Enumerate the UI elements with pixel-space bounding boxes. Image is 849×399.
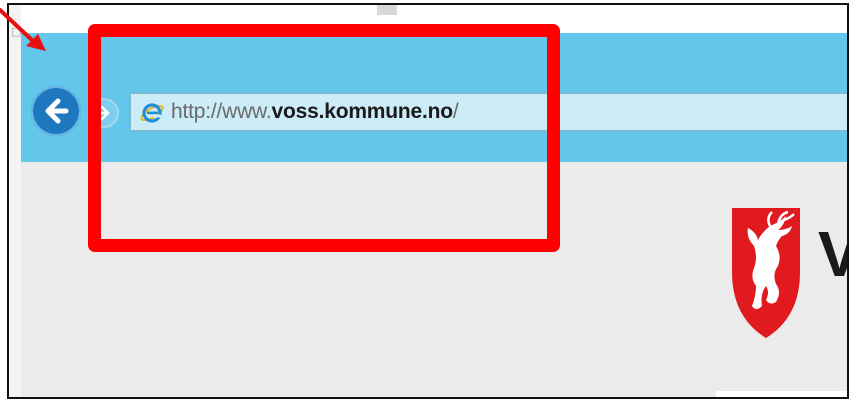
highlight-box	[88, 24, 560, 252]
content-bottom-strip	[716, 391, 847, 397]
logo-letter: V	[818, 222, 847, 286]
back-button[interactable]	[31, 86, 81, 136]
site-logo[interactable]: V	[726, 202, 847, 352]
voss-coat-of-arms-icon	[732, 208, 800, 338]
pointer-arrow-icon	[0, 8, 46, 51]
top-gray-notch	[377, 5, 397, 15]
arrow-left-icon	[45, 98, 69, 124]
